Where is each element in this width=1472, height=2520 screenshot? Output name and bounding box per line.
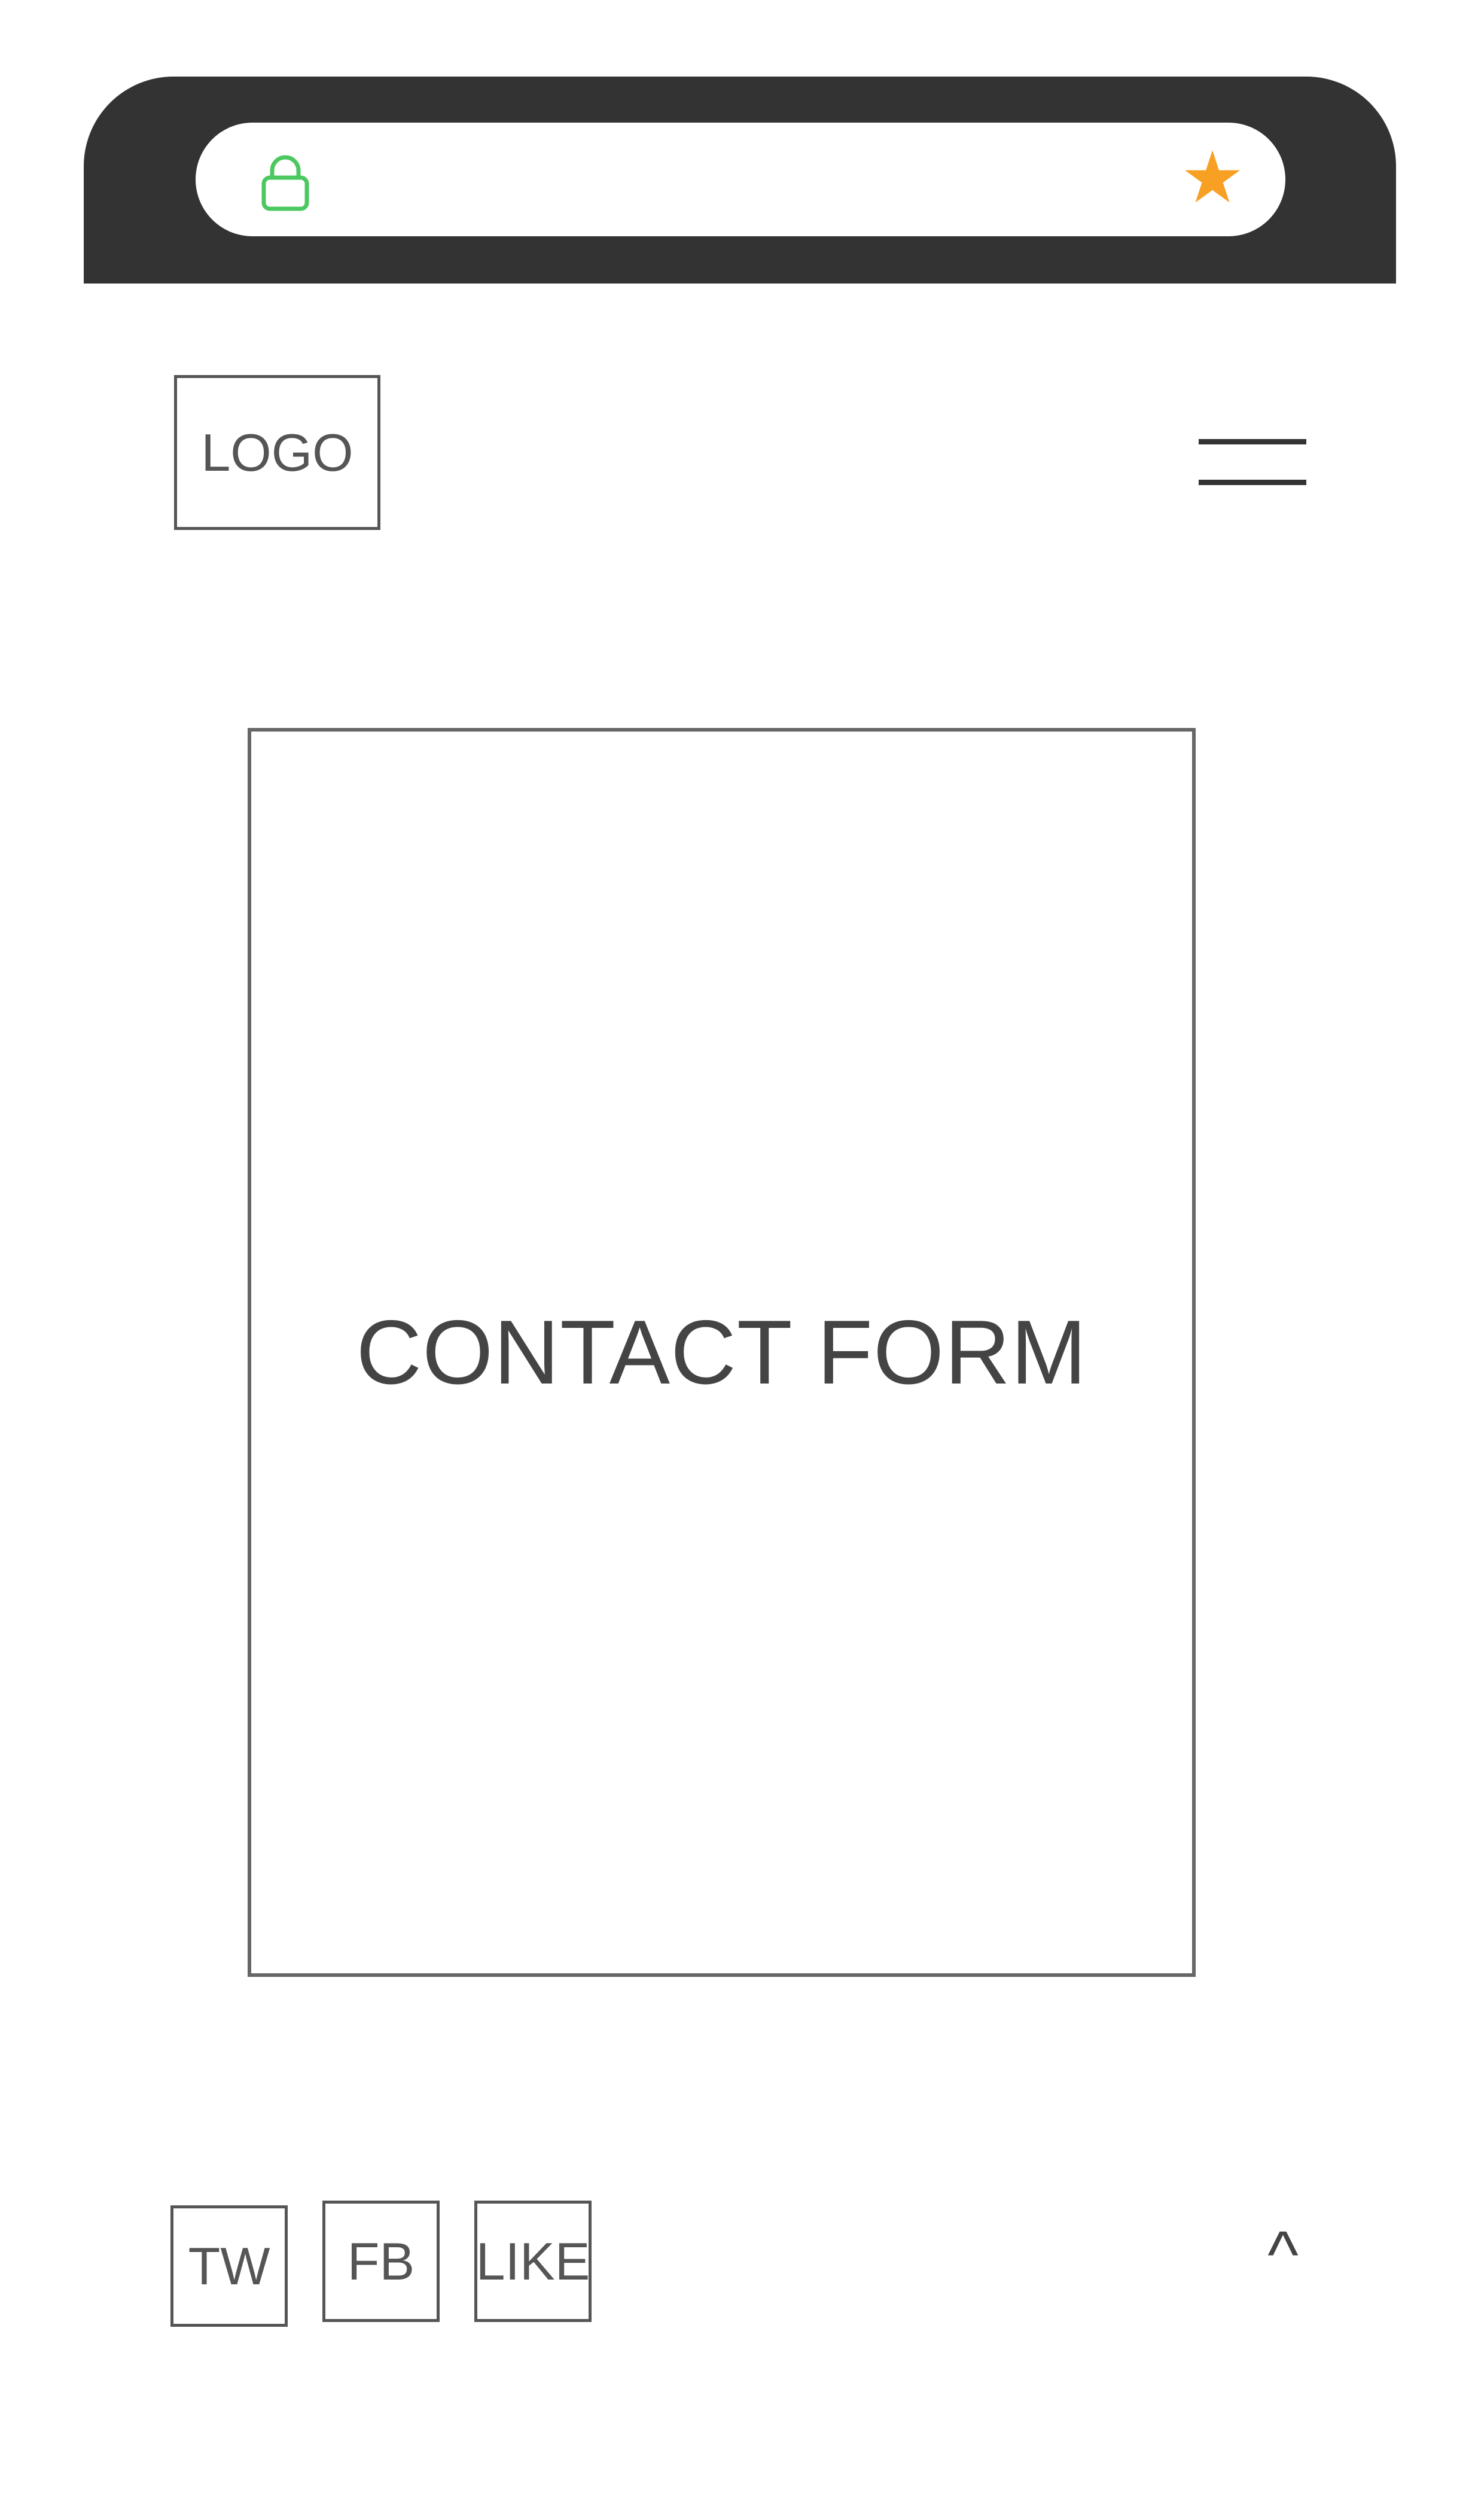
twitter-button-label: TW (188, 2236, 270, 2296)
contact-form-label: CONTACT FORM (356, 1301, 1087, 1403)
logo-label: LOGO (201, 422, 353, 482)
browser-toolbar: ★ (84, 77, 1396, 284)
lock-icon (255, 151, 315, 211)
facebook-button[interactable]: FB (322, 2201, 440, 2322)
twitter-button[interactable]: TW (170, 2205, 288, 2327)
hamburger-menu-icon[interactable] (1199, 437, 1306, 487)
star-icon[interactable]: ★ (1177, 142, 1248, 214)
facebook-button-label: FB (347, 2231, 415, 2291)
caret-up-icon: ^ (1267, 2218, 1299, 2292)
scroll-to-top-button[interactable]: ^ (1259, 2222, 1307, 2288)
contact-form[interactable]: CONTACT FORM (248, 728, 1196, 1977)
address-bar[interactable]: ★ (196, 123, 1285, 236)
like-button[interactable]: LIKE (474, 2201, 592, 2322)
logo[interactable]: LOGO (174, 375, 380, 530)
like-button-label: LIKE (476, 2231, 590, 2291)
